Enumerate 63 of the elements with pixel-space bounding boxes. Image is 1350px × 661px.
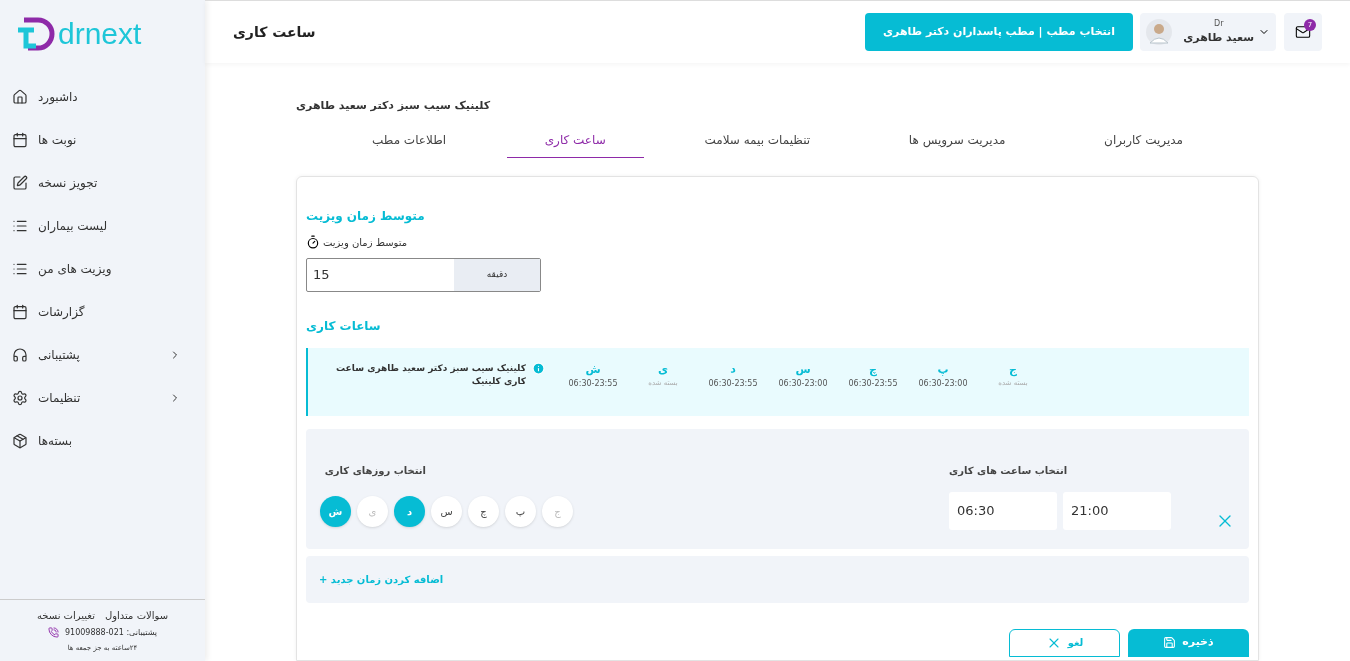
tab[interactable]: مدیریت سرویس ها [870, 122, 1044, 158]
sidebar-item[interactable]: بسته‌ها [0, 422, 205, 460]
end-time-field[interactable]: 21:00 [1063, 491, 1171, 530]
sidebar-item[interactable]: نوبت ها [0, 121, 205, 159]
timer-icon [306, 235, 320, 249]
day-toggle[interactable]: چ [468, 495, 499, 527]
list-icon [12, 261, 28, 277]
headphones-icon [12, 347, 28, 363]
day-letter: چ [869, 361, 877, 378]
tab[interactable]: تنظیمات بیمه سلامت [666, 122, 849, 158]
footer-link[interactable]: سوالات متداول [104, 607, 169, 623]
sidebar-item[interactable]: گزارشات [0, 293, 205, 331]
day-hours: 06:30-23:55 [568, 378, 618, 390]
section-heading: ساعات کاری [306, 317, 381, 335]
package-icon [12, 433, 28, 449]
tab[interactable]: ساعت کاری [506, 122, 644, 158]
day-hours: 06:30-23:00 [778, 378, 828, 390]
settings-icon [12, 390, 28, 406]
sidebar-item[interactable]: لیست بیماران [0, 207, 205, 245]
logo-icon [16, 16, 56, 52]
day-toggle[interactable]: س [431, 495, 462, 527]
field-label: انتخاب روزهای کاری [324, 463, 426, 478]
day-letter: پ [937, 361, 949, 378]
sidebar-item[interactable]: داشبورد [0, 78, 205, 116]
day-letter: ش [585, 361, 601, 378]
tab[interactable]: مدیریت کاربران [1066, 122, 1221, 158]
sidebar-item[interactable]: ویزیت های من [0, 250, 205, 288]
day-letter: ی [657, 361, 669, 378]
page-title: ساعت کاری [233, 22, 316, 42]
sidebar-item[interactable]: تنظیمات [0, 379, 205, 417]
avatar [1146, 19, 1172, 45]
sidebar-item[interactable]: پشتیبانی [0, 336, 205, 374]
start-time-field[interactable]: 06:30 [949, 491, 1057, 530]
list-icon [12, 218, 28, 234]
summary-text: کلینیک سیب سبز دکتر سعید طاهری ساعت کاری کلینیک [335, 361, 526, 388]
day-hours: 06:30-23:55 [848, 378, 898, 390]
edit-icon [12, 175, 28, 191]
user-name: سعید طاهری [1183, 29, 1254, 46]
calendar-icon [12, 304, 28, 320]
day-hours: 06:30-23:00 [918, 378, 968, 390]
day-hours: 06:30-23:55 [708, 378, 758, 390]
support-phone: پشتیبانی: 021-91009888 [64, 626, 158, 639]
field-label: انتخاب ساعت های کاری [949, 463, 1068, 478]
unit-label: دقیقه [454, 258, 540, 291]
mail-icon [1295, 24, 1311, 40]
tab[interactable]: اطلاعات مطب [334, 122, 485, 158]
user-prefix: Dr [1214, 17, 1224, 30]
day-letter: د [730, 361, 736, 378]
home-icon [12, 89, 28, 105]
calendar-icon [12, 132, 28, 148]
day-letter: ج [1009, 361, 1017, 378]
sidebar-item[interactable]: تجویز نسخه [0, 164, 205, 202]
section-heading: متوسط زمان ویزیت [306, 207, 425, 225]
info-icon [532, 361, 545, 375]
save-icon [1163, 636, 1177, 649]
logo-text: drnext [58, 19, 142, 49]
phone-icon [47, 627, 59, 638]
day-letter: س [795, 361, 811, 378]
clinic-name: کلینیک سیب سبز دکتر سعید طاهری [296, 98, 491, 114]
field-value: 15 [313, 265, 330, 284]
field-label: متوسط زمان ویزیت [323, 235, 408, 250]
footer-link[interactable]: تغییرات نسخه [36, 607, 95, 623]
day-toggle[interactable]: پ [505, 495, 536, 527]
